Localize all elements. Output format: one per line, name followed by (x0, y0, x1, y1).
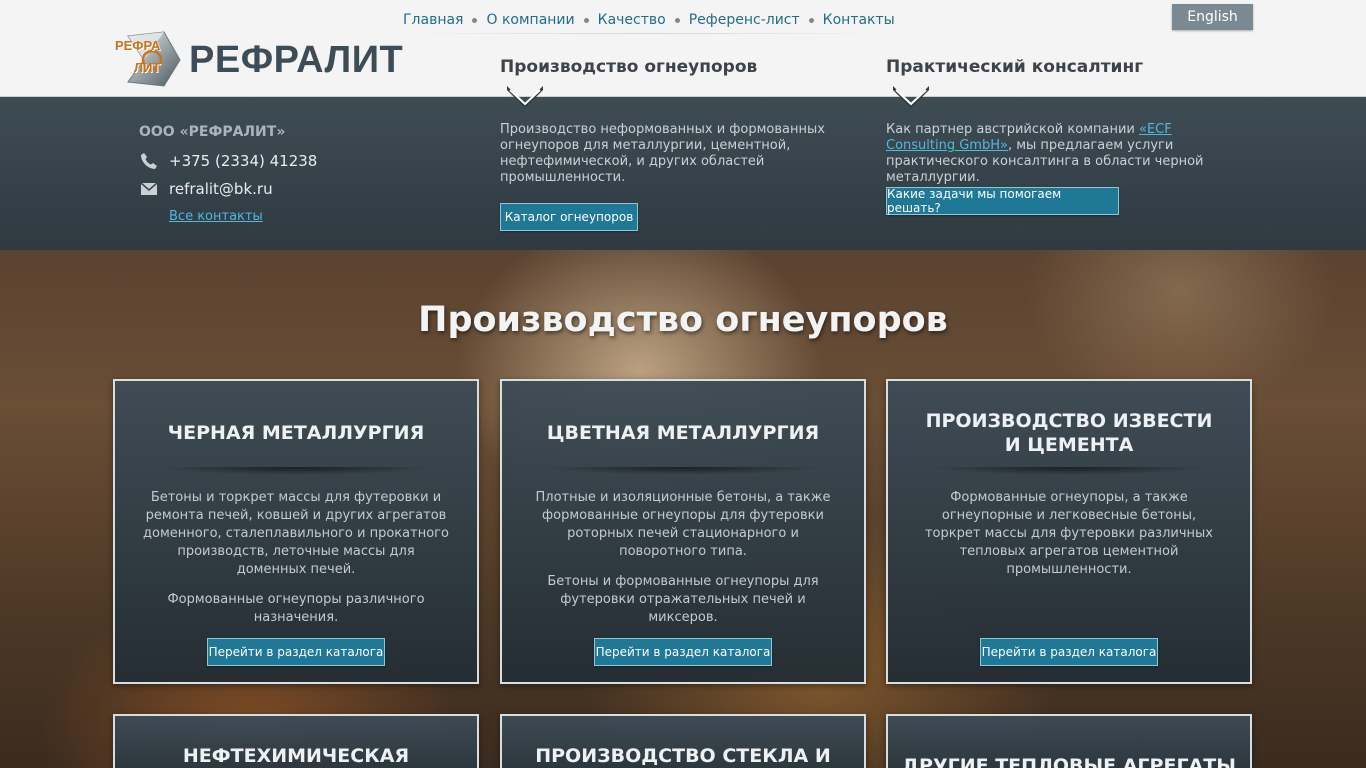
consulting-description: Как партнер австрийской компании «ECF Co… (886, 122, 1238, 186)
logo-top-text: РЕФРА (115, 38, 161, 53)
chevron-down-icon (507, 86, 543, 108)
nav-link-home[interactable]: Главная (403, 12, 463, 28)
consulting-text-before: Как партнер австрийской компании (886, 122, 1139, 137)
card-paragraph: Бетоны и формованные огнеупоры для футер… (547, 574, 819, 625)
hero-title: Производство огнеупоров (418, 300, 948, 340)
company-name: ООО «РЕФРАЛИТ» (139, 124, 286, 140)
email-row: refralit@bk.ru (139, 179, 273, 199)
card-glass-production: ПРОИЗВОДСТВО СТЕКЛА И (500, 714, 866, 768)
nav-separator (583, 17, 589, 23)
card-divider (542, 467, 824, 475)
consulting-tasks-button[interactable]: Какие задачи мы помогаем решать? (886, 187, 1119, 215)
language-button[interactable]: English (1172, 4, 1253, 30)
phone-row: +375 (2334) 41238 (139, 151, 317, 171)
phone-icon (139, 151, 159, 171)
card-title: НЕФТЕХИМИЧЕСКАЯ (182, 745, 410, 767)
nav-link-quality[interactable]: Качество (598, 12, 666, 28)
card-other-thermal-units: ДРУГИЕ ТЕПЛОВЫЕ АГРЕГАТЫ (886, 714, 1252, 768)
envelope-icon (139, 179, 159, 199)
logo[interactable]: РЕФРА ЛИТ РЕФРАЛИТ (114, 30, 403, 88)
logo-bottom-text: ЛИТ (134, 60, 161, 75)
nav-separator (674, 17, 680, 23)
production-description: Производство неформованных и формованных… (500, 122, 825, 185)
card-title: ЦВЕТНАЯ МЕТАЛЛУРГИЯ (546, 422, 820, 444)
nav-link-about[interactable]: О компании (486, 12, 574, 28)
card-divider (928, 467, 1210, 475)
go-to-catalog-button[interactable]: Перейти в раздел каталога (207, 638, 385, 666)
card-paragraph: Бетоны и торкрет массы для футеровки и р… (143, 490, 449, 577)
card-title-line: ПРОИЗВОДСТВО ИЗВЕСТИ (925, 410, 1213, 432)
hero-section: Производство огнеупоров ЧЕРНАЯ МЕТАЛЛУРГ… (0, 250, 1366, 768)
top-bar: РЕФРА ЛИТ РЕФРАЛИТ Главная О компании Ка… (0, 0, 1366, 97)
card-paragraph: Плотные и изоляционные бетоны, а также ф… (535, 490, 831, 559)
main-nav: Главная О компании Качество Референс-лис… (403, 9, 895, 31)
card-title: ДРУГИЕ ТЕПЛОВЫЕ АГРЕГАТЫ (902, 755, 1236, 768)
card-lime-cement: ПРОИЗВОДСТВО ИЗВЕСТИ И ЦЕМЕНТА Формованн… (886, 379, 1252, 684)
consulting-heading[interactable]: Практический консалтинг (886, 57, 1143, 77)
card-body: Формованные огнеупоры, а также огнеупорн… (916, 489, 1222, 579)
card-title: ПРОИЗВОДСТВО СТЕКЛА И (535, 745, 831, 767)
card-paragraph: Формованные огнеупоры различного назначе… (167, 592, 425, 625)
card-divider (155, 467, 437, 475)
phone-number[interactable]: +375 (2334) 41238 (169, 152, 317, 170)
card-title: ПРОИЗВОДСТВО ИЗВЕСТИ И ЦЕМЕНТА (898, 409, 1240, 457)
card-body: Бетоны и торкрет массы для футеровки и р… (143, 489, 449, 627)
nav-separator (808, 17, 814, 23)
production-heading[interactable]: Производство огнеупоров (500, 57, 757, 77)
info-band: ООО «РЕФРАЛИТ» +375 (2334) 41238 refrali… (0, 97, 1366, 250)
card-title-line: И ЦЕМЕНТА (1004, 434, 1134, 456)
card-ferrous-metallurgy: ЧЕРНАЯ МЕТАЛЛУРГИЯ Бетоны и торкрет масс… (113, 379, 479, 684)
nav-separator (472, 17, 478, 23)
nav-link-references[interactable]: Референс-лист (689, 12, 800, 28)
card-title: ЧЕРНАЯ МЕТАЛЛУРГИЯ (167, 422, 425, 444)
card-petrochemical: НЕФТЕХИМИЧЕСКАЯ (113, 714, 479, 768)
card-nonferrous-metallurgy: ЦВЕТНАЯ МЕТАЛЛУРГИЯ Плотные и изоляционн… (500, 379, 866, 684)
email-address[interactable]: refralit@bk.ru (169, 180, 273, 198)
card-paragraph: Формованные огнеупоры, а также огнеупорн… (924, 490, 1213, 577)
go-to-catalog-button[interactable]: Перейти в раздел каталога (594, 638, 772, 666)
logo-mark-icon: РЕФРА ЛИТ (114, 30, 182, 88)
card-body: Плотные и изоляционные бетоны, а также ф… (530, 489, 836, 627)
nav-link-contacts[interactable]: Контакты (823, 12, 895, 28)
brand-name: РЕФРАЛИТ (189, 38, 404, 81)
nav-divider (400, 33, 890, 34)
chevron-down-icon (893, 86, 929, 108)
go-to-catalog-button[interactable]: Перейти в раздел каталога (980, 638, 1158, 666)
catalog-button[interactable]: Каталог огнеупоров (500, 203, 638, 231)
all-contacts-link[interactable]: Все контакты (169, 209, 263, 224)
